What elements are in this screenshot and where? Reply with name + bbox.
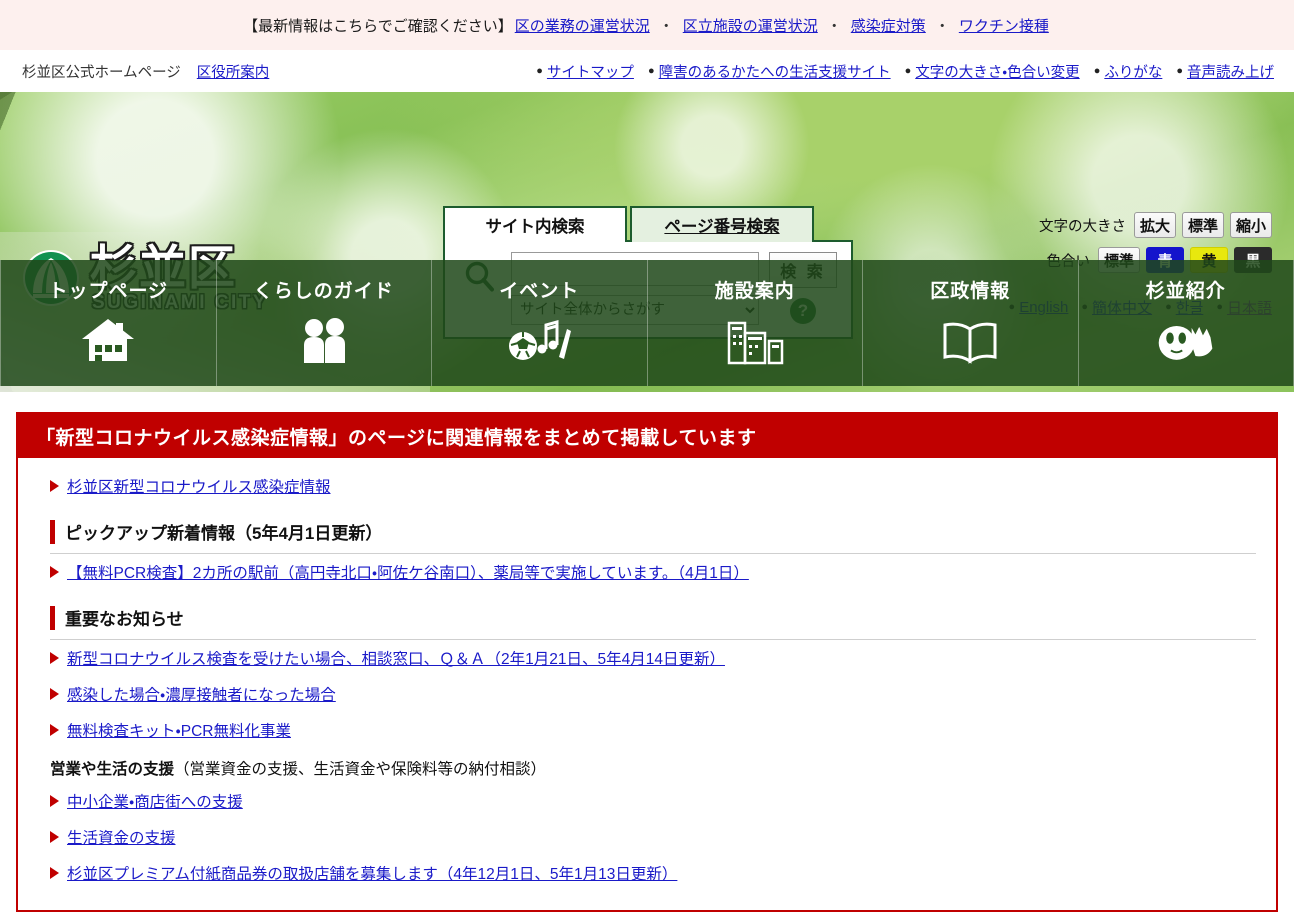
utility-item-text-color[interactable]: ● 文字の大きさ・色合い変更 — [905, 61, 1080, 82]
section-accent-bar — [50, 520, 55, 544]
tab-site-search-label: サイト内検索 — [486, 213, 585, 237]
utility-link-disability-support[interactable]: 障害のあるかたへの生活支援サイト — [659, 61, 891, 82]
arrow-right-icon — [50, 795, 59, 807]
link-free-test-kit-pcr[interactable]: 無料検査キット・PCR無料化事業 — [67, 719, 291, 741]
utility-item-read-aloud[interactable]: ● 音声読み上げ — [1176, 61, 1274, 82]
section-header-pickup: ピックアップ新着情報（5年4月1日更新） — [50, 514, 1256, 554]
text-size-small-button[interactable]: 縮小 — [1230, 212, 1272, 238]
text-size-row: 文字の大きさ 拡大 標準 縮小 — [1039, 212, 1272, 238]
tab-page-number-search-label[interactable]: ページ番号検索 — [664, 213, 779, 237]
search-tab-list: サイト内検索 ページ番号検索 — [443, 206, 853, 242]
covid-info-panel: 「新型コロナウイルス感染症情報」のページに関連情報をまとめて掲載しています 杉並… — [16, 412, 1278, 912]
bullet-icon: ● — [1176, 66, 1183, 77]
emergency-link-facilities[interactable]: 区立施設の運営状況 — [683, 15, 818, 36]
list-item[interactable]: 中小企業・商店街への支援 — [38, 783, 1256, 819]
emergency-lead-text: 【最新情報はこちらでご確認ください】 — [243, 15, 513, 36]
link-free-pcr-test[interactable]: 【無料PCR検査】2カ所の駅前（高円寺北口・阿佐ケ谷南口）、薬局等で実施していま… — [67, 561, 749, 583]
section-title-pickup: ピックアップ新着情報（5年4月1日更新） — [65, 519, 382, 544]
nav-item-about-suginami-label: 杉並紹介 — [1146, 276, 1226, 303]
emergency-link-vaccination[interactable]: ワクチン接種 — [959, 15, 1049, 36]
arrow-right-icon — [50, 724, 59, 736]
utility-link-office-guide[interactable]: 区役所案内 — [197, 61, 270, 82]
support-subheading-bold: 営業や生活の支援 — [50, 761, 174, 778]
bullet-icon: ● — [1094, 66, 1101, 77]
support-subheading-rest: （営業資金の支援、生活資金や保険料等の納付相談） — [174, 761, 546, 778]
nav-item-top-page[interactable]: トップページ — [0, 260, 217, 386]
list-item[interactable]: 新型コロナウイルス検査を受けたい場合、相談窓口、Ｑ＆Ａ（2年1月21日、5年4月… — [38, 640, 1256, 676]
soccer-music-pencil-icon — [507, 311, 571, 371]
section-title-important: 重要なお知らせ — [65, 605, 184, 630]
list-item[interactable]: 無料検査キット・PCR無料化事業 — [38, 712, 1256, 748]
nav-item-events-label: イベント — [499, 276, 579, 303]
nav-item-city-government-label: 区政情報 — [930, 276, 1010, 303]
arrow-right-icon — [50, 566, 59, 578]
bullet-icon: ● — [905, 66, 912, 77]
nav-item-facilities-label: 施設案内 — [715, 276, 795, 303]
panel-body: 杉並区新型コロナウイルス感染症情報 ピックアップ新着情報（5年4月1日更新） 【… — [18, 458, 1276, 891]
utility-right-group: ● サイトマップ ● 障害のあるかたへの生活支援サイト ● 文字の大きさ・色合い… — [536, 61, 1274, 82]
arrow-right-icon — [50, 831, 59, 843]
utility-link-text-size-color[interactable]: 文字の大きさ・色合い変更 — [915, 61, 1079, 82]
emergency-info-bar: 【最新情報はこちらでご確認ください】 区の業務の運営状況 ・ 区立施設の運営状況… — [0, 0, 1294, 50]
text-size-label: 文字の大きさ — [1039, 215, 1126, 236]
panel-banner-title: 「新型コロナウイルス感染症情報」のページに関連情報をまとめて掲載しています — [36, 423, 757, 450]
utility-item-furigana[interactable]: ● ふりがな — [1094, 61, 1163, 82]
utility-nav-bar: 杉並区公式ホームページ 区役所案内 ● サイトマップ ● 障害のあるかたへの生活… — [0, 50, 1294, 92]
house-icon — [76, 311, 140, 371]
section-accent-bar — [50, 606, 55, 630]
section-header-important: 重要なお知らせ — [50, 600, 1256, 640]
emergency-separator-1: ・ — [659, 15, 674, 36]
buildings-icon — [723, 311, 787, 371]
link-premium-voucher-stores[interactable]: 杉並区プレミアム付紙商品券の取扱店舗を募集します（4年12月1日、5年1月13日… — [67, 862, 677, 884]
open-book-icon — [938, 311, 1002, 371]
nav-item-facilities[interactable]: 施設案内 — [648, 260, 864, 386]
utility-left-group: 杉並区公式ホームページ 区役所案内 — [22, 61, 269, 82]
list-item[interactable]: 杉並区新型コロナウイルス感染症情報 — [38, 468, 1256, 504]
utility-link-sitemap[interactable]: サイトマップ — [547, 61, 634, 82]
list-item[interactable]: 杉並区プレミアム付紙商品券の取扱店舗を募集します（4年12月1日、5年1月13日… — [38, 855, 1256, 891]
nav-item-events[interactable]: イベント — [432, 260, 648, 386]
nav-item-living-guide[interactable]: くらしのガイド — [217, 260, 433, 386]
emergency-separator-2: ・ — [827, 15, 842, 36]
support-subheading: 営業や生活の支援（営業資金の支援、生活資金や保険料等の納付相談） — [38, 748, 1256, 783]
emergency-separator-3: ・ — [935, 15, 950, 36]
link-sme-shopping-district-support[interactable]: 中小企業・商店街への支援 — [67, 790, 243, 812]
utility-link-voice-reading[interactable]: 音声読み上げ — [1187, 61, 1274, 82]
list-item[interactable]: 感染した場合・濃厚接触者になった場合 — [38, 676, 1256, 712]
arrow-right-icon — [50, 688, 59, 700]
mascot-icon — [1154, 311, 1218, 371]
link-suginami-covid-info[interactable]: 杉並区新型コロナウイルス感染症情報 — [67, 475, 331, 497]
nav-item-about-suginami[interactable]: 杉並紹介 — [1079, 260, 1294, 386]
tab-site-search[interactable]: サイト内検索 — [443, 206, 627, 242]
emergency-link-measures[interactable]: 感染症対策 — [851, 15, 926, 36]
utility-item-accessibility-site[interactable]: ● 障害のあるかたへの生活支援サイト — [648, 61, 891, 82]
arrow-right-icon — [50, 480, 59, 492]
nav-item-city-government[interactable]: 区政情報 — [863, 260, 1079, 386]
panel-banner: 「新型コロナウイルス感染症情報」のページに関連情報をまとめて掲載しています — [18, 414, 1276, 458]
link-testing-consultation-qa[interactable]: 新型コロナウイルス検査を受けたい場合、相談窓口、Ｑ＆Ａ（2年1月21日、5年4月… — [67, 647, 725, 669]
arrow-right-icon — [50, 652, 59, 664]
site-name-text: 杉並区公式ホームページ — [22, 61, 181, 82]
link-infected-close-contact[interactable]: 感染した場合・濃厚接触者になった場合 — [67, 683, 336, 705]
text-size-normal-button[interactable]: 標準 — [1182, 212, 1224, 238]
tab-page-number-search[interactable]: ページ番号検索 — [630, 206, 814, 242]
nav-item-top-page-label: トップページ — [48, 276, 168, 303]
emergency-link-operations[interactable]: 区の業務の運営状況 — [515, 15, 650, 36]
arrow-right-icon — [50, 867, 59, 879]
bullet-icon: ● — [536, 66, 543, 77]
list-item[interactable]: 生活資金の支援 — [38, 819, 1256, 855]
link-living-funds-support[interactable]: 生活資金の支援 — [67, 826, 176, 848]
list-item[interactable]: 【無料PCR検査】2カ所の駅前（高円寺北口・阿佐ケ谷南口）、薬局等で実施していま… — [38, 554, 1256, 590]
utility-item-sitemap[interactable]: ● サイトマップ — [536, 61, 634, 82]
text-size-large-button[interactable]: 拡大 — [1134, 212, 1176, 238]
global-navigation: トップページ くらしのガイド — [0, 260, 1294, 386]
nav-item-living-guide-label: くらしのガイド — [254, 276, 394, 303]
bullet-icon: ● — [648, 66, 655, 77]
utility-link-furigana[interactable]: ふりがな — [1104, 61, 1162, 82]
hero-header: 杉並区 SUGINAMI CITY サイト内検索 ページ番号検索 — [0, 92, 1294, 392]
two-people-icon — [292, 311, 356, 371]
